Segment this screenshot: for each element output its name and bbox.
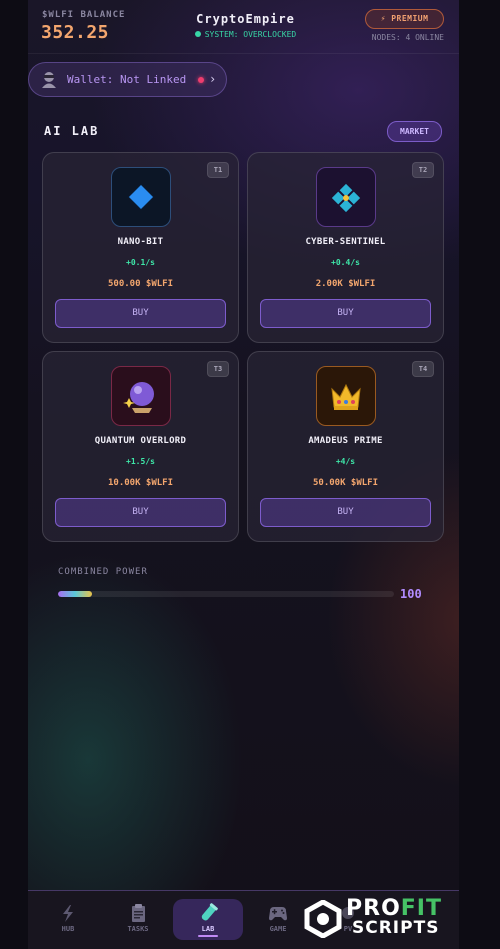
app-frame: $WLFI BALANCE 352.25 CryptoEmpire SYSTEM… <box>28 0 459 949</box>
watermark-line-2: SCRIPTS <box>352 918 440 938</box>
tier-badge: T1 <box>207 162 229 178</box>
blue-diamond-icon <box>111 167 171 227</box>
card-price: 50.00K $WLFI <box>312 478 379 488</box>
watermark-logo: PROFIT SCRIPTS <box>302 896 477 942</box>
nav-label: LAB <box>201 925 215 933</box>
nav-item-tasks[interactable]: TASKS <box>103 899 173 940</box>
card-name: NANO-BIT <box>117 237 164 247</box>
market-button[interactable]: MARKET <box>387 121 442 142</box>
card-amadeus-prime: T4 AMADEUS PRIME +4/s 50.00K $WLFI BUY <box>247 351 444 542</box>
card-rate: +0.1/s <box>126 258 155 267</box>
card-rate: +1.5/s <box>126 457 155 466</box>
crown-icon <box>316 366 376 426</box>
card-rate: +0.4/s <box>331 258 360 267</box>
wallet-connect-button[interactable]: Wallet: Not Linked › <box>28 62 227 97</box>
clipboard-icon <box>132 904 145 922</box>
test-tube-icon <box>201 903 218 921</box>
balance-value: 352.25 <box>41 22 110 43</box>
buy-button[interactable]: BUY <box>260 299 431 328</box>
card-name: AMADEUS PRIME <box>308 436 383 446</box>
buy-button[interactable]: BUY <box>55 498 226 527</box>
top-header: $WLFI BALANCE 352.25 CryptoEmpire SYSTEM… <box>28 0 459 54</box>
nav-label: HUB <box>61 925 75 933</box>
combined-power-label: COMBINED POWER <box>58 567 148 577</box>
card-name: CYBER-SENTINEL <box>305 237 386 247</box>
card-price: 2.00K $WLFI <box>315 279 376 289</box>
card-rate: +4/s <box>335 457 356 466</box>
tier-badge: T2 <box>412 162 434 178</box>
card-price: 500.00 $WLFI <box>107 279 174 289</box>
combined-power-bar <box>58 591 394 597</box>
hacker-avatar-icon <box>42 72 56 88</box>
diamond-shape-icon <box>316 167 376 227</box>
card-name: QUANTUM OVERLORD <box>94 436 187 446</box>
nodes-status: NODES: 4 ONLINE <box>371 33 444 42</box>
wallet-status-text: Wallet: Not Linked <box>67 73 187 86</box>
app-title: CryptoEmpire <box>196 12 295 26</box>
section-title: AI LAB <box>44 124 100 138</box>
system-status-text: SYSTEM: OVERCLOCKED <box>204 30 297 39</box>
premium-button[interactable]: ⚡ PREMIUM <box>365 9 444 29</box>
nav-item-lab[interactable]: LAB <box>173 899 243 940</box>
card-nano-bit: T1 NANO-BIT +0.1/s 500.00 $WLFI BUY <box>42 152 239 343</box>
status-dot-icon <box>194 31 201 37</box>
card-quantum-overlord: T3 QUANTUM OVERLORD +1.5/s 10.00K $WLFI … <box>42 351 239 542</box>
buy-button[interactable]: BUY <box>260 498 431 527</box>
combined-power-fill <box>58 591 92 597</box>
active-indicator <box>198 935 218 937</box>
crystal-ball-icon <box>111 366 171 426</box>
combined-power-value: 100 <box>400 587 422 601</box>
nav-label: TASKS <box>127 925 149 933</box>
card-price: 10.00K $WLFI <box>107 478 174 488</box>
nav-item-hub[interactable]: HUB <box>33 899 103 940</box>
wallet-status-dot-icon <box>198 77 204 83</box>
card-cyber-sentinel: T2 CYBER-SENTINEL +0.4/s 2.00K $WLFI BUY <box>247 152 444 343</box>
logo-mark-icon <box>304 900 342 938</box>
buy-button[interactable]: BUY <box>55 299 226 328</box>
tier-badge: T3 <box>207 361 229 377</box>
tier-badge: T4 <box>412 361 434 377</box>
chevron-right-icon: › <box>209 72 217 86</box>
balance-label: $WLFI BALANCE <box>42 10 126 20</box>
lightning-icon <box>63 905 73 922</box>
system-status: SYSTEM: OVERCLOCKED <box>178 30 313 39</box>
